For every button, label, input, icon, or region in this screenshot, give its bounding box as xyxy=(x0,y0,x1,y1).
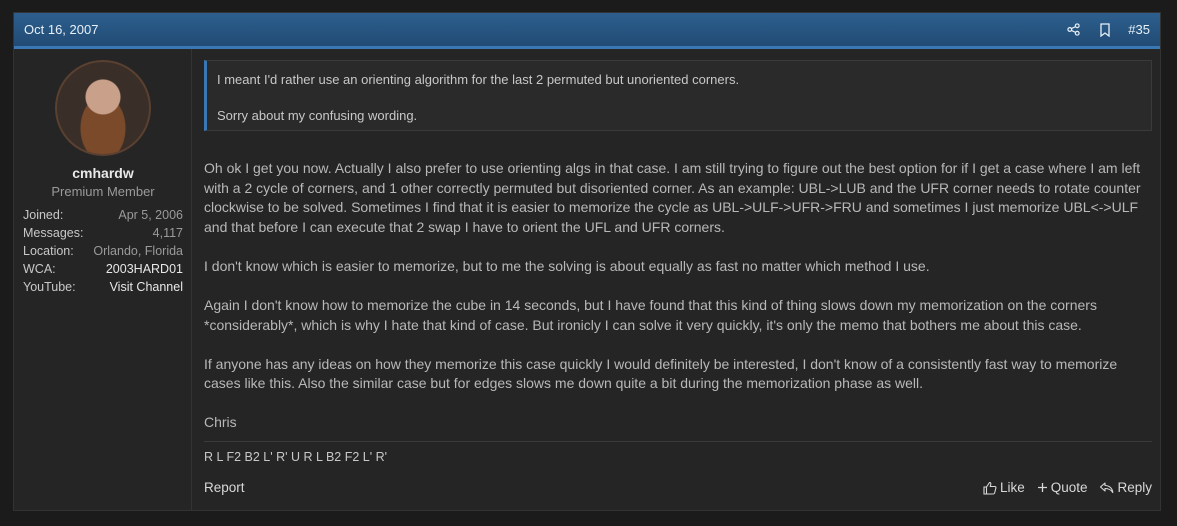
info-label: YouTube: xyxy=(23,280,76,294)
info-label: Joined: xyxy=(23,208,64,222)
user-info-joined: Joined: Apr 5, 2006 xyxy=(23,206,183,224)
share-icon[interactable] xyxy=(1066,23,1080,37)
info-value: 2003HARD01 xyxy=(105,262,183,276)
body-paragraph: Oh ok I get you now. Actually I also pre… xyxy=(204,160,1141,235)
reply-button[interactable]: Reply xyxy=(1099,480,1152,495)
info-value: Apr 5, 2006 xyxy=(118,208,183,222)
quote-line: I meant I'd rather use an orienting algo… xyxy=(217,72,740,87)
youtube-link[interactable]: Visit Channel xyxy=(110,278,183,296)
user-title: Premium Member xyxy=(51,184,155,199)
post-date[interactable]: Oct 16, 2007 xyxy=(24,22,1048,37)
body-paragraph: If anyone has any ideas on how they memo… xyxy=(204,355,1118,392)
report-link[interactable]: Report xyxy=(204,480,245,495)
reply-icon xyxy=(1100,482,1114,494)
info-label: Location: xyxy=(23,244,74,258)
user-info-location: Location: Orlando, Florida xyxy=(23,242,183,260)
user-sidebar: cmhardw Premium Member Joined: Apr 5, 20… xyxy=(14,49,192,510)
user-info: Joined: Apr 5, 2006 Messages: 4,117 Loca… xyxy=(23,206,183,296)
info-value[interactable]: 4,117 xyxy=(153,224,183,242)
post-number-link[interactable]: #35 xyxy=(1128,22,1150,37)
quote-block: I meant I'd rather use an orienting algo… xyxy=(204,60,1152,131)
reply-label: Reply xyxy=(1117,480,1152,495)
post-content: I meant I'd rather use an orienting algo… xyxy=(204,60,1152,468)
info-label: Messages: xyxy=(23,226,84,240)
post-header: Oct 16, 2007 #35 xyxy=(14,13,1160,49)
thumbs-up-icon xyxy=(983,481,997,495)
like-label: Like xyxy=(999,480,1025,495)
quote-label: Quote xyxy=(1050,480,1088,495)
body-paragraph: Again I don't know how to memorize the c… xyxy=(204,296,1097,333)
signature: R L F2 B2 L' R' U R L B2 F2 L' R' xyxy=(204,440,1152,468)
info-label: WCA: xyxy=(23,262,56,276)
user-info-wca: WCA: 2003HARD01 xyxy=(23,260,183,278)
user-info-messages: Messages: 4,117 xyxy=(23,224,183,242)
user-info-youtube: YouTube: Visit Channel xyxy=(23,278,183,296)
body-paragraph: Chris xyxy=(204,414,237,431)
avatar[interactable] xyxy=(55,60,151,156)
plus-icon xyxy=(1037,483,1047,492)
like-button[interactable]: Like xyxy=(983,480,1025,495)
post-container: Oct 16, 2007 #35 cmhardw Premium Member … xyxy=(13,12,1161,511)
post-body: Oh ok I get you now. Actually I also pre… xyxy=(204,159,1152,468)
body-paragraph: I don't know which is easier to memorize… xyxy=(204,257,930,274)
username[interactable]: cmhardw xyxy=(14,165,192,181)
post-footer: Report Like Quote Reply xyxy=(204,480,1152,495)
info-value[interactable]: Orlando, Florida xyxy=(93,242,183,260)
quote-button[interactable]: Quote xyxy=(1037,480,1088,495)
bookmark-icon[interactable] xyxy=(1098,22,1112,37)
quote-line: Sorry about my confusing wording. xyxy=(217,108,418,123)
